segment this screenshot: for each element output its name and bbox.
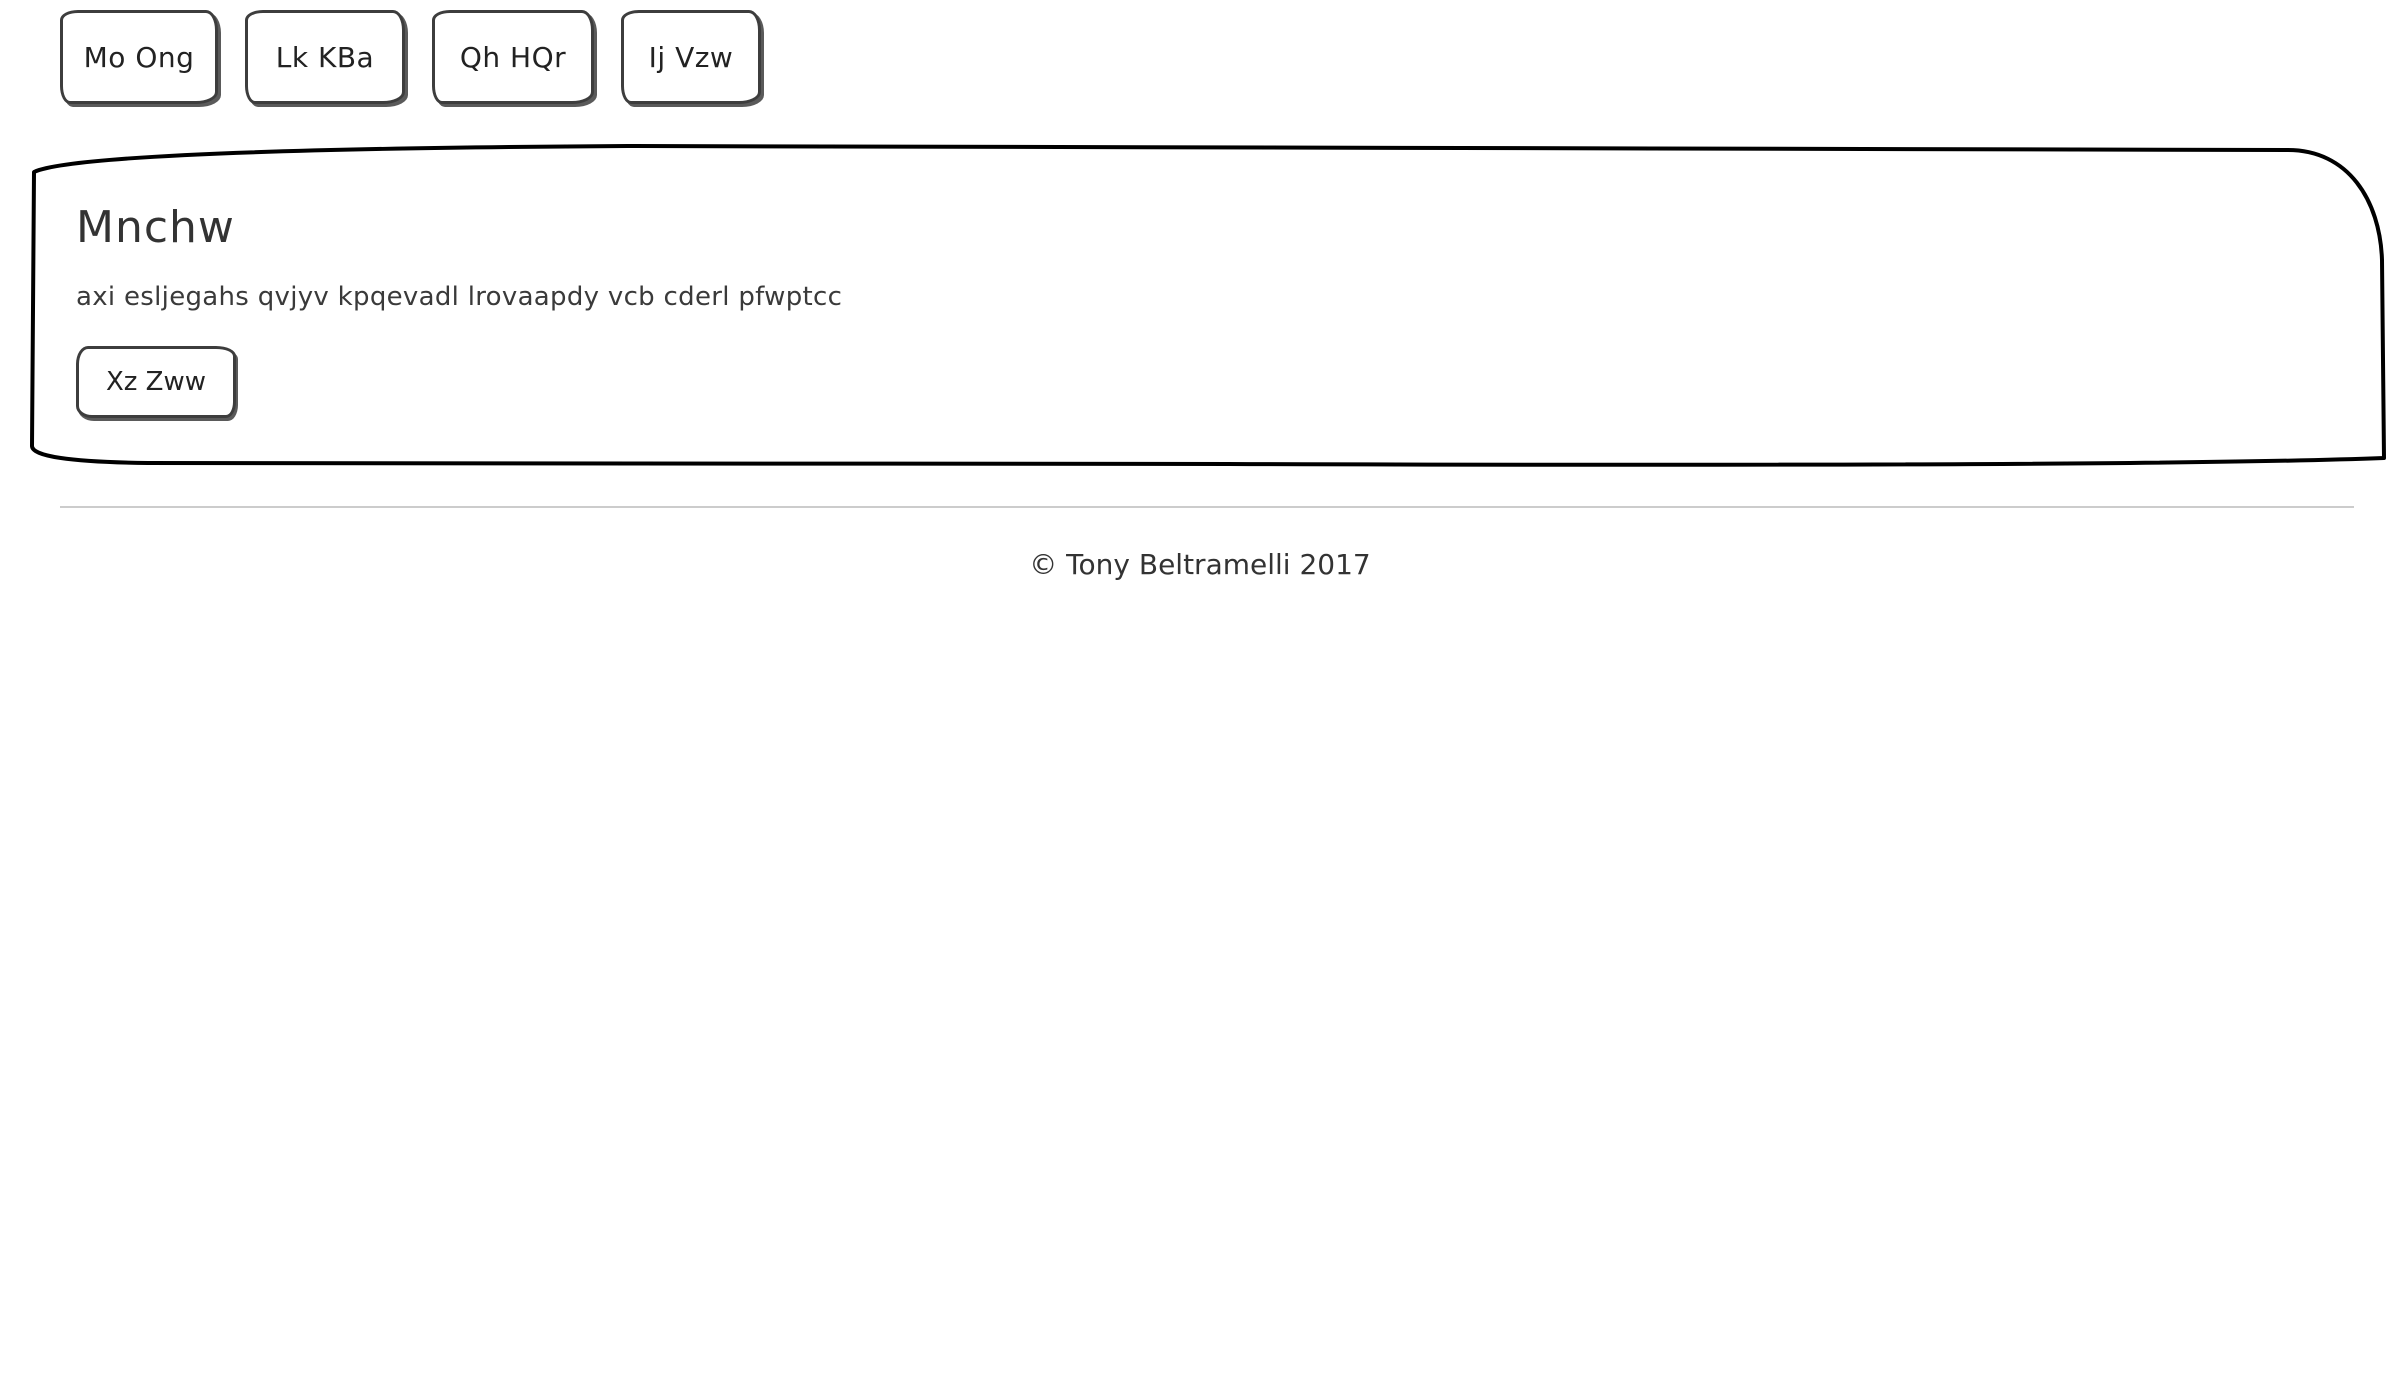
page: Mo Ong Lk KBa Qh HQr Ij Vzw Mnchw axi es… — [0, 0, 2400, 1380]
nav-button-lk-kba[interactable]: Lk KBa — [245, 10, 405, 104]
footer-copyright: © Tony Beltramelli 2017 — [1029, 548, 1371, 581]
hero-text: axi esljegahs qvjyv kpqevadl lrovaapdy v… — [76, 282, 843, 312]
nav-button-qh-hqr[interactable]: Qh HQr — [432, 10, 594, 104]
hero-title: Mnchw — [76, 202, 235, 253]
top-navigation: Mo Ong Lk KBa Qh HQr Ij Vzw — [60, 10, 1060, 104]
nav-button-mo-ong[interactable]: Mo Ong — [60, 10, 218, 104]
nav-button-ij-vzw[interactable]: Ij Vzw — [621, 10, 761, 104]
footer-divider — [60, 506, 2354, 508]
hero-panel: Mnchw axi esljegahs qvjyv kpqevadl lrova… — [28, 140, 2388, 470]
hero-button[interactable]: Xz Zww — [76, 346, 236, 418]
